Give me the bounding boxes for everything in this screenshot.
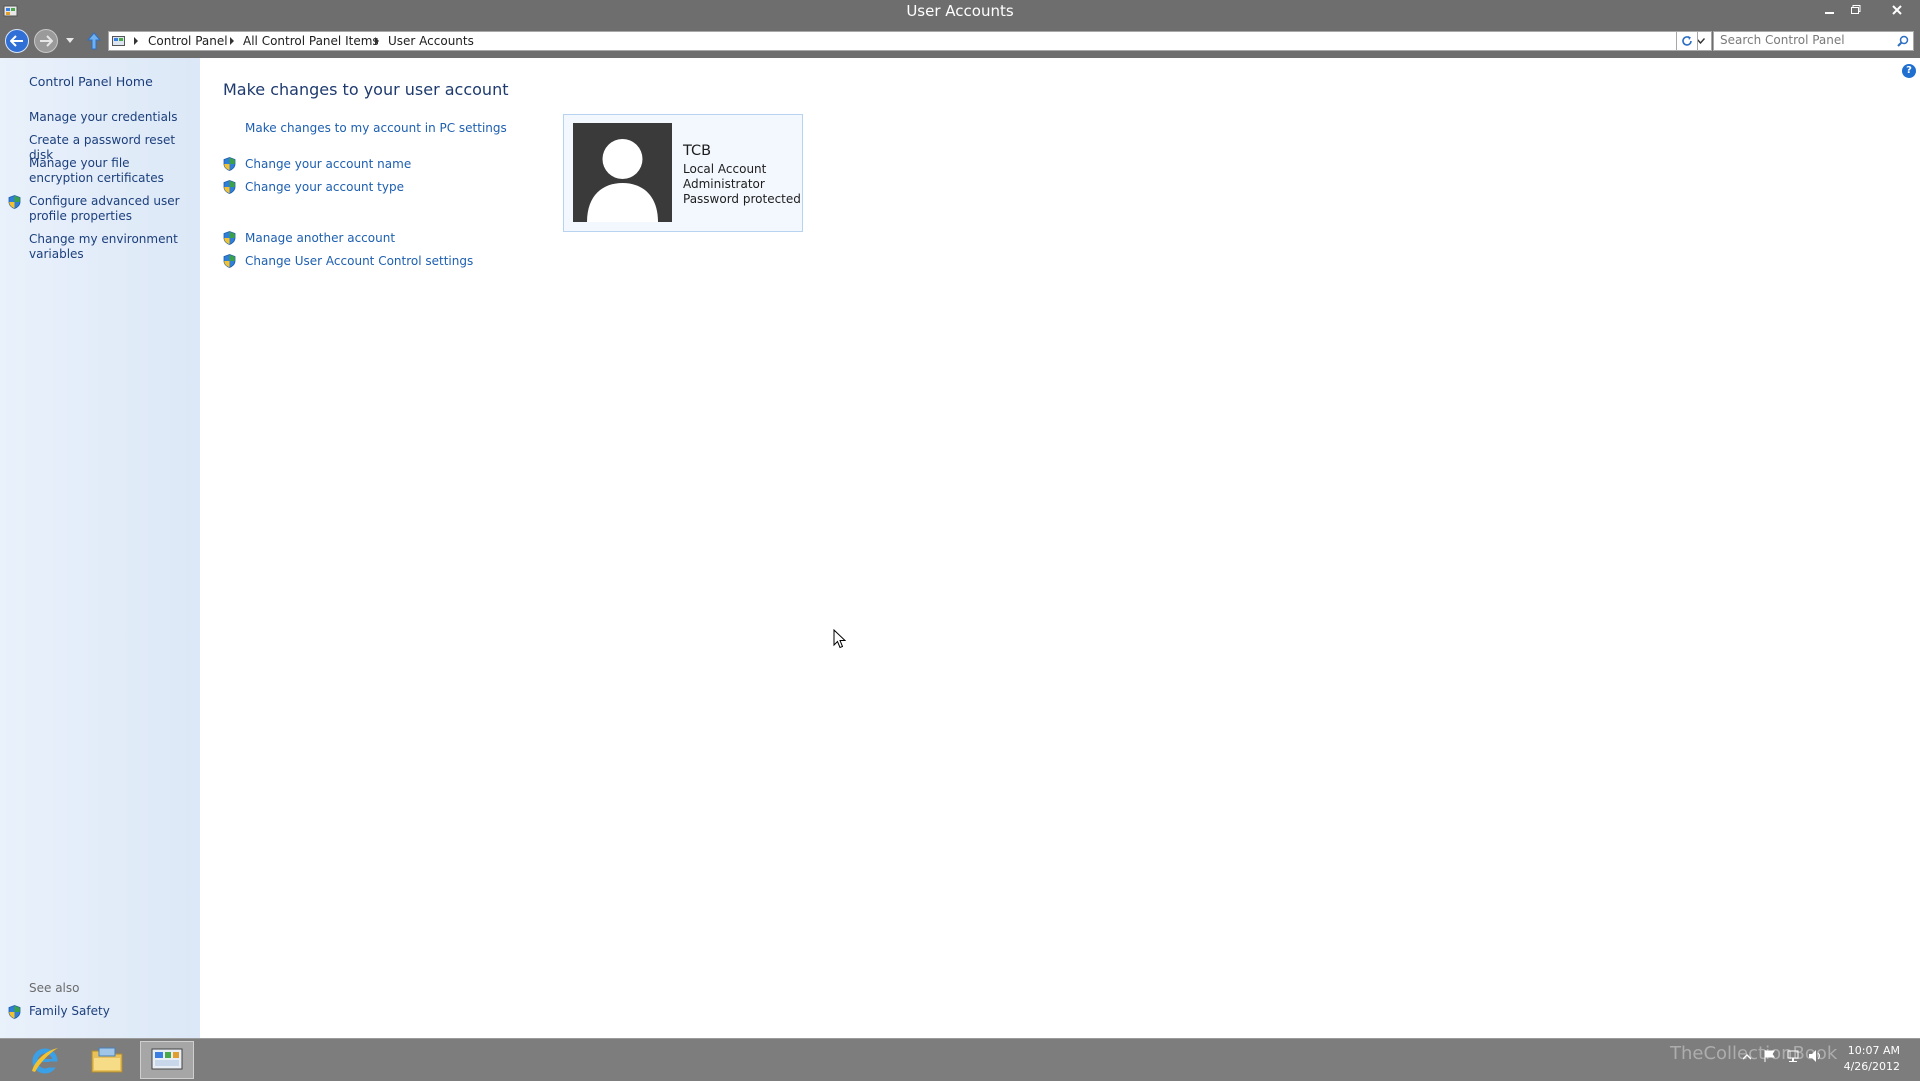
change-account-type-link[interactable]: Change your account type — [245, 180, 404, 194]
window-title: User Accounts — [906, 2, 1014, 20]
up-arrow-icon[interactable] — [86, 32, 102, 50]
configure-advanced-user-profile-properties-link[interactable]: Configure advanced user profile properti… — [29, 194, 189, 224]
search-icon[interactable] — [1897, 35, 1909, 47]
control-panel-home-link[interactable]: Control Panel Home — [29, 74, 189, 89]
change-environment-variables-link[interactable]: Change my environment variables — [29, 232, 189, 262]
manage-another-account-link[interactable]: Manage another account — [245, 231, 395, 245]
left-navigation-pane: Control Panel Home Manage your credentia… — [0, 58, 200, 1038]
see-also-heading: See also — [29, 981, 80, 995]
show-hidden-icons-chevron-icon[interactable] — [1743, 1054, 1751, 1060]
family-safety-link[interactable]: Family Safety — [29, 1004, 189, 1019]
uac-shield-icon — [223, 157, 236, 171]
uac-shield-icon — [223, 254, 236, 268]
mouse-cursor-icon — [833, 629, 846, 649]
page-title: Make changes to your user account — [223, 80, 509, 99]
recent-locations-chevron-icon[interactable] — [66, 38, 74, 43]
minimize-button[interactable] — [1817, 0, 1843, 20]
breadcrumb-separator-icon[interactable] — [134, 37, 138, 45]
taskbar: TheCollectionBook 10:07 AM 4/26/2012 — [0, 1038, 1920, 1081]
refresh-button[interactable] — [1676, 31, 1698, 51]
search-placeholder: Search Control Panel — [1720, 33, 1845, 47]
back-button[interactable] — [5, 29, 29, 53]
user-avatar[interactable] — [573, 123, 672, 222]
close-icon — [1892, 5, 1902, 15]
uac-shield-icon — [223, 231, 236, 245]
search-input[interactable]: Search Control Panel — [1713, 31, 1914, 51]
breadcrumb-separator-icon[interactable] — [375, 37, 379, 45]
restore-icon — [1851, 5, 1861, 14]
manage-credentials-link[interactable]: Manage your credentials — [29, 110, 189, 125]
folder-icon — [91, 1047, 123, 1073]
main-content: ? Make changes to your user account Make… — [200, 58, 1920, 1038]
volume-icon[interactable] — [1808, 1049, 1822, 1063]
navigation-bar: Control Panel All Control Panel Items Us… — [0, 24, 1920, 58]
taskbar-internet-explorer[interactable] — [18, 1041, 72, 1079]
internet-explorer-icon — [32, 1048, 58, 1074]
pc-settings-link[interactable]: Make changes to my account in PC setting… — [245, 121, 507, 135]
account-role: Administrator — [683, 177, 765, 191]
breadcrumb-user-accounts[interactable]: User Accounts — [388, 34, 474, 48]
network-icon[interactable] — [1786, 1049, 1800, 1063]
forward-button[interactable] — [34, 29, 58, 53]
taskbar-clock[interactable]: 10:07 AM 4/26/2012 — [1830, 1043, 1900, 1075]
breadcrumb-separator-icon[interactable] — [230, 37, 234, 45]
uac-shield-icon — [8, 195, 21, 209]
arrow-right-icon — [40, 35, 53, 47]
account-type: Local Account — [683, 162, 767, 176]
user-account-tile[interactable]: TCB Local Account Administrator Password… — [563, 114, 803, 232]
user-silhouette-icon — [587, 139, 658, 222]
change-uac-settings-link[interactable]: Change User Account Control settings — [245, 254, 473, 268]
manage-file-encryption-certificates-link[interactable]: Manage your file encryption certificates — [29, 156, 189, 186]
taskbar-file-explorer[interactable] — [80, 1041, 134, 1079]
uac-shield-icon — [8, 1005, 21, 1019]
arrow-left-icon — [10, 35, 23, 47]
restore-button[interactable] — [1843, 0, 1869, 20]
account-password-status: Password protected — [683, 192, 801, 206]
address-bar[interactable]: Control Panel All Control Panel Items Us… — [108, 31, 1712, 51]
change-account-name-link[interactable]: Change your account name — [245, 157, 411, 171]
title-bar: User Accounts — [0, 0, 1920, 24]
refresh-icon — [1682, 36, 1692, 46]
breadcrumb-all-control-panel-items[interactable]: All Control Panel Items — [243, 34, 379, 48]
uac-shield-icon — [223, 180, 236, 194]
control-panel-icon — [151, 1048, 183, 1070]
control-panel-icon — [112, 36, 125, 46]
close-button[interactable] — [1883, 0, 1911, 20]
clock-time: 10:07 AM — [1847, 1044, 1900, 1057]
clock-date: 4/26/2012 — [1843, 1060, 1900, 1073]
account-name: TCB — [683, 143, 712, 159]
minimize-icon — [1825, 12, 1834, 14]
help-icon[interactable]: ? — [1902, 64, 1916, 78]
taskbar-control-panel[interactable] — [140, 1041, 194, 1079]
breadcrumb-control-panel[interactable]: Control Panel — [148, 34, 228, 48]
action-center-flag-icon[interactable] — [1764, 1049, 1776, 1063]
